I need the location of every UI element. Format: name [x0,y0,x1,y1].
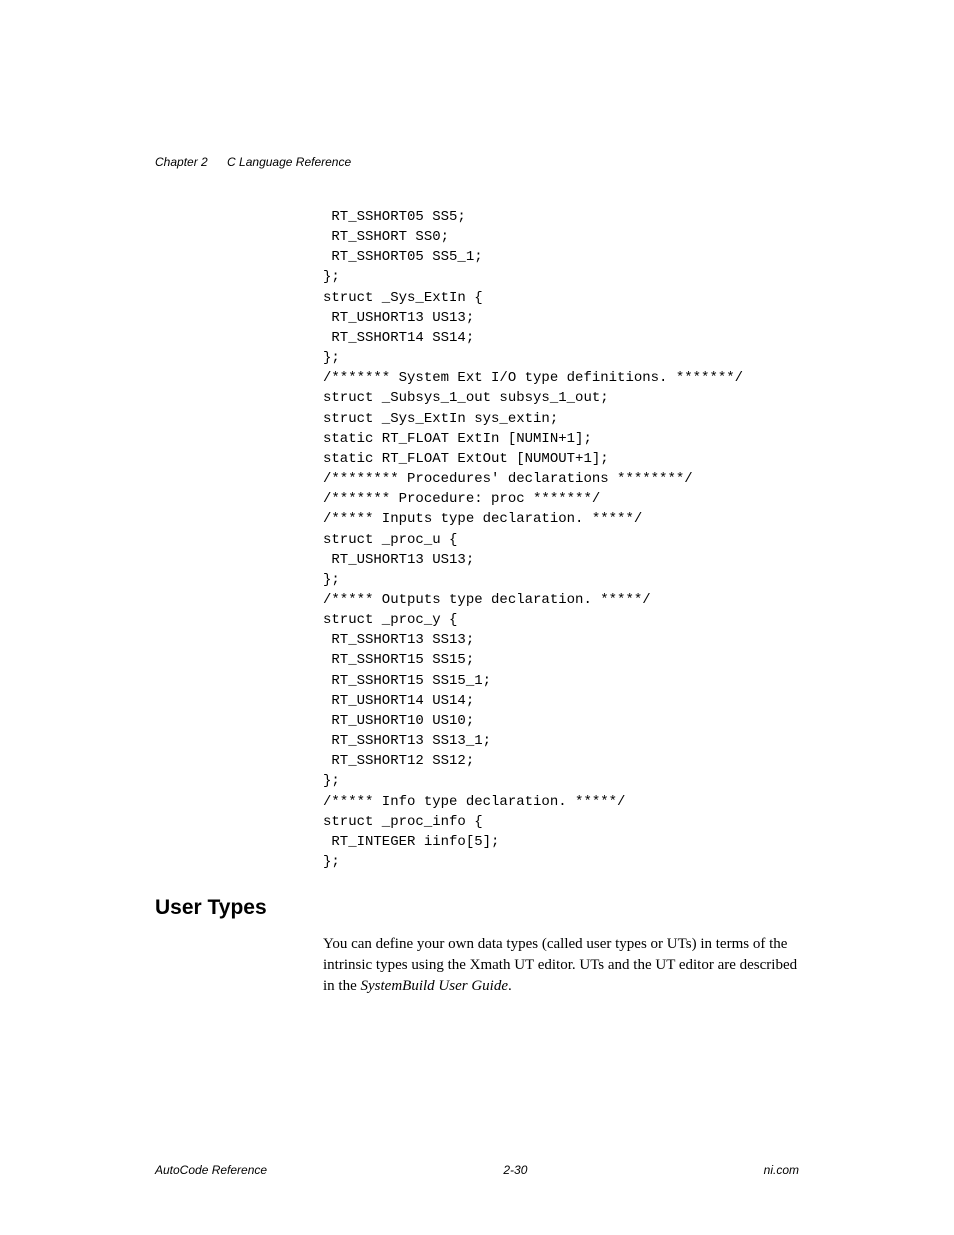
footer-left: AutoCode Reference [155,1163,267,1177]
page-header: Chapter 2 C Language Reference [155,155,799,169]
page-footer: AutoCode Reference 2-30 ni.com [155,1163,799,1177]
footer-right: ni.com [764,1163,799,1177]
body-text-em: SystemBuild User Guide [361,978,508,994]
body-text-post: . [508,978,512,994]
header-title: C Language Reference [227,155,351,169]
section-body: You can define your own data types (call… [323,934,799,997]
chapter-label: Chapter 2 [155,155,208,169]
code-listing: RT_SSHORT05 SS5; RT_SSHORT SS0; RT_SSHOR… [323,207,799,872]
section-heading-user-types: User Types [155,896,799,920]
footer-center: 2-30 [503,1163,527,1177]
